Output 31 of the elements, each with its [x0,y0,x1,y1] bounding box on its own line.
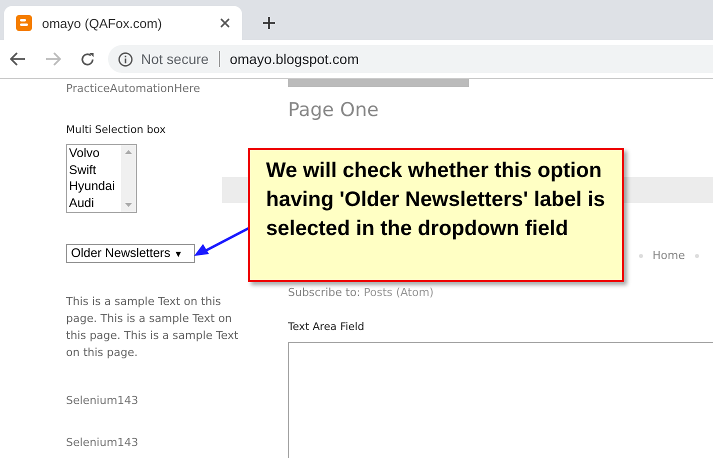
forward-icon[interactable] [45,52,61,66]
scroll-down-icon[interactable] [125,203,132,207]
callout-note: We will check whether this option having 'Older Newsletters' label is selected in the dropdown field [248,148,624,282]
list-option[interactable]: Audi [69,194,121,211]
subscribe-text: Subscribe to: Posts (Atom) [288,286,435,299]
sidebar-link[interactable]: Selenium143 [66,436,222,449]
scrollbar[interactable] [121,145,136,212]
blog-logo-icon [16,15,32,31]
address-bar[interactable]: Not secure omayo.blogspot.com [108,45,713,73]
info-icon [118,52,133,66]
tab-title: omayo (QAFox.com) [42,16,163,30]
sidebar-link[interactable]: Selenium143 [66,394,222,407]
reload-icon[interactable] [80,52,95,66]
browser-tab[interactable]: omayo (QAFox.com) [4,6,242,40]
list-option[interactable]: Swift [69,162,121,178]
multi-select-label: Multi Selection box [66,124,167,136]
close-icon[interactable] [220,18,230,28]
sidebar-heading: PracticeAutomationHere [66,82,202,95]
home-link[interactable]: Home [652,249,685,262]
text-area-label: Text Area Field [288,321,366,333]
list-option[interactable]: Hyundai [69,178,121,194]
url-text: omayo.blogspot.com [230,51,359,67]
dropdown-field[interactable]: Older Newsletters ▼ [66,244,195,263]
multi-select-list[interactable]: Volvo Swift Hyundai Audi [66,144,137,213]
new-tab-icon[interactable] [263,17,275,29]
sample-paragraph: This is a sample Text on this page. This is a sample Text on this page. This is a sample Text on this page. [66,294,240,361]
post-title[interactable]: Page One [288,99,713,121]
list-option[interactable]: Volvo [69,145,121,162]
scroll-up-icon[interactable] [125,150,132,154]
security-label: Not secure [141,51,209,67]
back-icon[interactable] [10,52,26,66]
